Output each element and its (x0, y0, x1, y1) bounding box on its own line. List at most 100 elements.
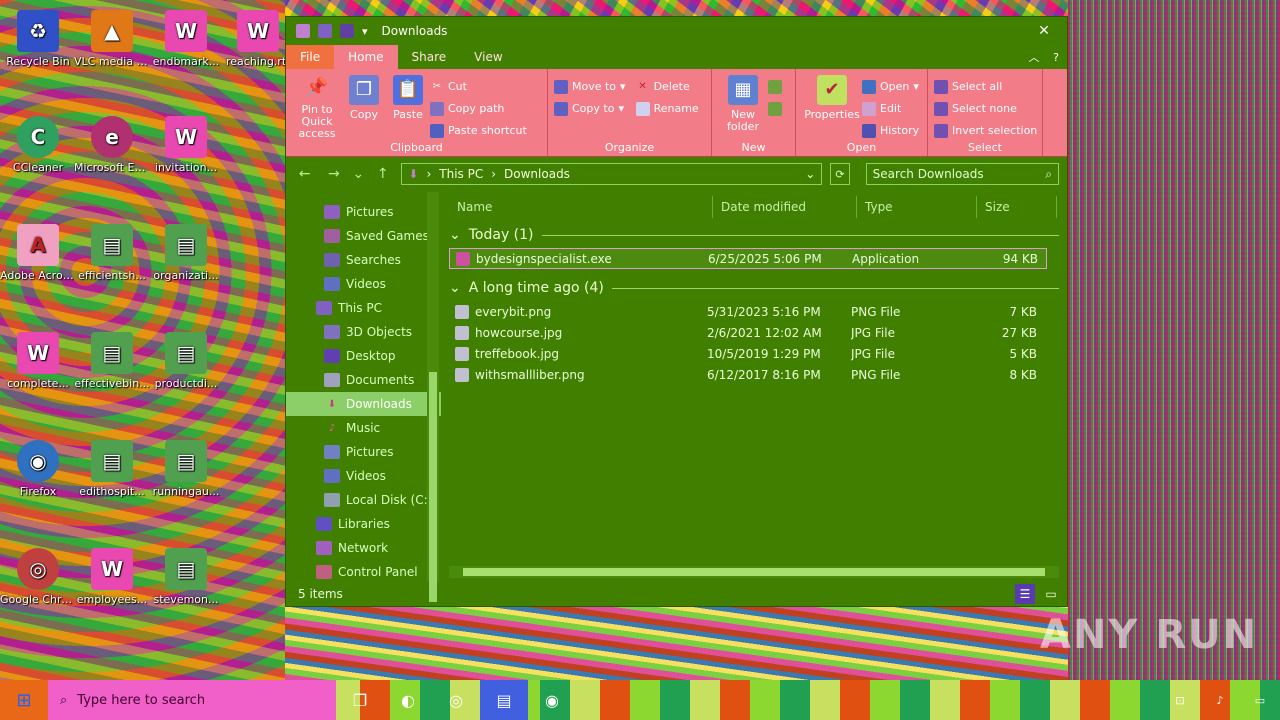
network-tray-icon[interactable]: ⊡ (1160, 680, 1200, 720)
history-button[interactable]: History (862, 121, 919, 140)
volume-tray-icon[interactable]: ♪ (1200, 680, 1240, 720)
nav-item-searches[interactable]: Searches (286, 248, 441, 272)
nav-item-music[interactable]: ♪ Music (286, 416, 441, 440)
paste-shortcut-button[interactable]: Paste shortcut (430, 121, 527, 140)
edge-taskbar-icon[interactable]: ◐ (384, 680, 432, 720)
large-icons-view-icon[interactable]: ▭ (1041, 584, 1061, 604)
desktop-icon-word-1[interactable]: W endbmark... (148, 10, 224, 68)
help-icon[interactable]: ? (1045, 45, 1067, 69)
taskbar-search-input[interactable]: ⌕ Type here to search (48, 680, 336, 720)
desktop-icon-chrome[interactable]: ◎ Google Chrome (0, 548, 76, 606)
nav-item-this-pc[interactable]: This PC (286, 296, 441, 320)
delete-button[interactable]: ✕ Delete (636, 77, 699, 96)
nav-item-desktop[interactable]: Desktop (286, 344, 441, 368)
chrome-taskbar-icon[interactable]: ◎ (432, 680, 480, 720)
desktop-icon-word-3[interactable]: W invitation... (148, 116, 224, 174)
nav-item-saved-games[interactable]: Saved Games (286, 224, 441, 248)
desktop-icon-file-3[interactable]: ▤ effectivebin... (74, 332, 150, 390)
horizontal-scrollbar-thumb[interactable] (463, 568, 1045, 576)
nav-item-pictures[interactable]: Pictures (286, 440, 441, 464)
nav-scrollbar-thumb[interactable] (429, 372, 437, 602)
back-arrow-icon[interactable]: ← (294, 166, 315, 182)
address-field[interactable]: ⬇ › This PC › Downloads ⌄ (401, 163, 823, 185)
file-row[interactable]: withsmallliber.png 6/12/2017 8:16 PM PNG… (449, 364, 1047, 385)
close-button[interactable]: ✕ (1021, 17, 1067, 45)
select-all-button[interactable]: Select all (934, 77, 1037, 96)
nav-item-network[interactable]: Network (286, 536, 441, 560)
move-to-button[interactable]: Move to ▾ (554, 77, 626, 96)
breadcrumb-downloads[interactable]: Downloads (504, 167, 570, 181)
nav-item-pictures-user[interactable]: Pictures (286, 200, 441, 224)
refresh-button[interactable]: ⟳ (830, 163, 850, 185)
copy-button[interactable]: ❐ Copy (342, 75, 386, 140)
recent-locations-chevron-icon[interactable]: ⌄ (352, 166, 364, 182)
nav-item-control-panel[interactable]: Control Panel (286, 560, 441, 584)
copy-to-button[interactable]: Copy to ▾ (554, 99, 626, 118)
file-explorer-taskbar-icon[interactable]: ▤ (480, 680, 528, 720)
desktop-icon-vlc[interactable]: ▲ VLC media player (74, 10, 150, 68)
desktop-icon-firefox[interactable]: ◉ Firefox (0, 440, 76, 498)
task-view-icon[interactable]: ❐ (336, 680, 384, 720)
properties-button[interactable]: ✔ Properties (802, 75, 862, 140)
nav-item-local-disk[interactable]: Local Disk (C:) (286, 488, 441, 512)
forward-arrow-icon[interactable]: → (323, 166, 344, 182)
copy-path-button[interactable]: Copy path (430, 99, 527, 118)
windows-start-icon[interactable]: ⊞ (0, 680, 48, 720)
column-header-type[interactable]: Type (857, 196, 977, 218)
nav-item-3d-objects[interactable]: 3D Objects (286, 320, 441, 344)
file-row[interactable]: everybit.png 5/31/2023 5:16 PM PNG File … (449, 301, 1047, 322)
desktop-icon-word-4[interactable]: W complete... (0, 332, 76, 390)
chevron-down-icon[interactable]: ▾ (362, 25, 368, 38)
easy-access-button[interactable] (768, 99, 782, 118)
desktop-icon-file-6[interactable]: ▤ runningau... (148, 440, 224, 498)
desktop-icon-file-5[interactable]: ▤ edithospit... (74, 440, 150, 498)
up-arrow-icon[interactable]: ↑ (372, 166, 393, 182)
file-row[interactable]: howcourse.jpg 2/6/2021 12:02 AM JPG File… (449, 322, 1047, 343)
breadcrumb-this-pc[interactable]: This PC (439, 167, 483, 181)
address-dropdown-icon[interactable]: ⌄ (805, 167, 815, 181)
rename-button[interactable]: Rename (635, 99, 699, 118)
group-header-today[interactable]: ⌄ Today (1) (449, 222, 1067, 248)
desktop-icon-acrobat[interactable]: A Adobe Acrobat (0, 224, 76, 282)
file-row[interactable]: treffebook.jpg 10/5/2019 1:29 PM JPG Fil… (449, 343, 1047, 364)
properties-quick-icon[interactable] (318, 24, 332, 38)
column-header-size[interactable]: Size (977, 196, 1057, 218)
details-view-icon[interactable]: ☰ (1015, 584, 1035, 604)
horizontal-scrollbar[interactable] (449, 566, 1059, 578)
column-header-date[interactable]: Date modified (713, 196, 857, 218)
nav-item-videos-user[interactable]: Videos (286, 272, 441, 296)
nav-item-libraries[interactable]: Libraries (286, 512, 441, 536)
column-header-name[interactable]: Name (449, 196, 713, 218)
desktop-icon-file-2[interactable]: ▤ organizati... (148, 224, 224, 282)
desktop-icon-ccleaner[interactable]: C CCleaner (0, 116, 76, 174)
tab-home[interactable]: Home (334, 45, 398, 69)
nav-scrollbar[interactable] (427, 192, 439, 602)
desktop-icon-recycle-bin[interactable]: ♻ Recycle Bin (0, 10, 76, 68)
desktop-icon-edge[interactable]: e Microsoft Edge (74, 116, 150, 174)
nav-item-documents[interactable]: Documents (286, 368, 441, 392)
new-item-button[interactable] (768, 77, 782, 96)
chevron-up-icon[interactable]: ︿ (1023, 45, 1045, 69)
search-input[interactable]: Search Downloads ⌕ (865, 163, 1060, 185)
group-header-long-time-ago[interactable]: ⌄ A long time ago (4) (449, 275, 1067, 301)
notifications-icon[interactable]: ▭ (1240, 680, 1280, 720)
file-row[interactable]: bydesignspecialist.exe 6/25/2025 5:06 PM… (449, 248, 1047, 269)
select-none-button[interactable]: Select none (934, 99, 1037, 118)
desktop-icon-word-5[interactable]: W employees... (74, 548, 150, 606)
tab-share[interactable]: Share (398, 45, 461, 69)
tab-view[interactable]: View (460, 45, 516, 69)
firefox-taskbar-icon[interactable]: ◉ (528, 680, 576, 720)
desktop-icon-file-1[interactable]: ▤ efficientsh... (74, 224, 150, 282)
open-button[interactable]: Open ▾ (862, 77, 919, 96)
pin-to-quick-access-button[interactable]: 📌 Pin to Quick access (292, 75, 342, 140)
invert-selection-button[interactable]: Invert selection (934, 121, 1037, 140)
new-folder-button[interactable]: ▦ New folder (718, 75, 768, 140)
tab-file[interactable]: File (286, 45, 335, 69)
desktop-icon-file-4[interactable]: ▤ productdi... (148, 332, 224, 390)
edit-button[interactable]: Edit (862, 99, 919, 118)
cut-button[interactable]: ✂ Cut (430, 77, 527, 96)
nav-item-videos[interactable]: Videos (286, 464, 441, 488)
desktop-icon-file-7[interactable]: ▤ stevemon... (148, 548, 224, 606)
new-folder-quick-icon[interactable] (340, 24, 354, 38)
paste-button[interactable]: 📋 Paste (386, 75, 430, 140)
